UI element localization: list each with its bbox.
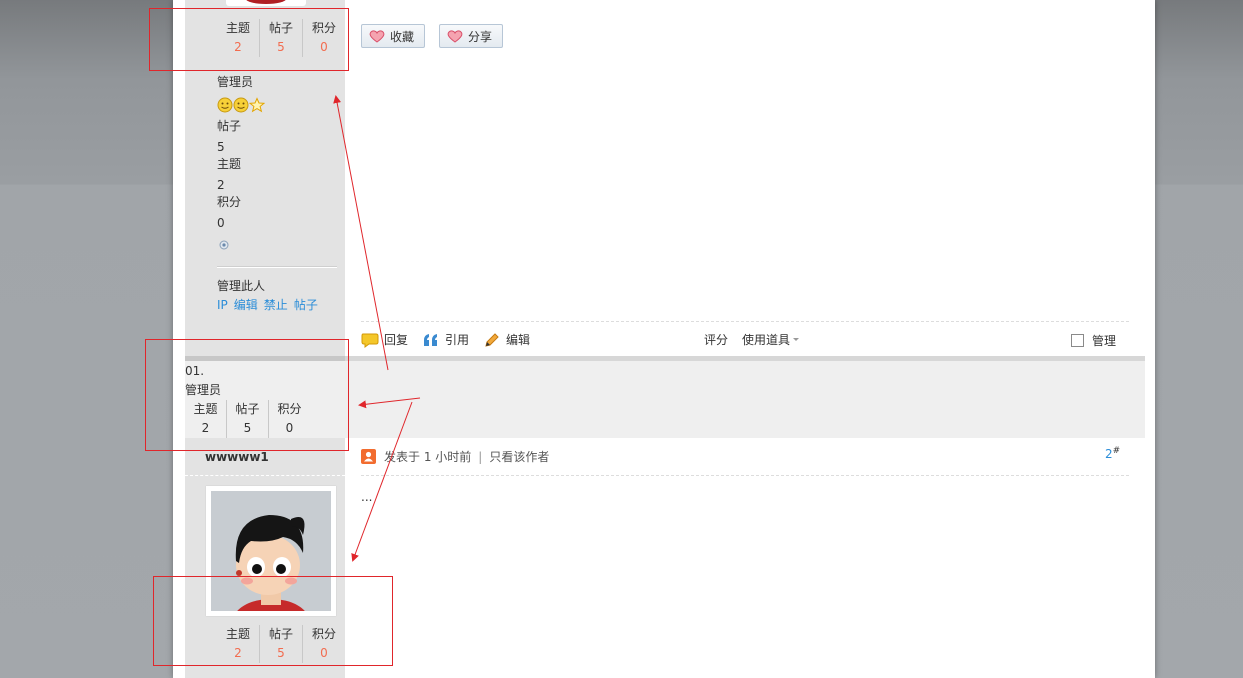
stat-label: 积分 xyxy=(277,402,302,416)
rate-button[interactable]: 评分 xyxy=(704,331,728,348)
hover-stats: 主题 2 帖子 5 积分 0 xyxy=(185,400,310,438)
header-separator: | xyxy=(478,449,483,464)
avatar-image xyxy=(211,491,331,611)
stat-value: 5 xyxy=(277,646,285,660)
stat-threads[interactable]: 主题 2 xyxy=(185,400,227,438)
post-actions: 回复 引用 编辑 xyxy=(361,331,544,348)
stat-credits[interactable]: 积分 0 xyxy=(303,19,345,57)
manage-checkbox-group: 管理 xyxy=(1071,332,1116,349)
sidebar-divider xyxy=(217,266,337,268)
author-stats: 主题 2 帖子 5 积分 0 xyxy=(217,625,345,663)
quote-button[interactable]: 引用 xyxy=(422,331,469,348)
stat-label: 帖子 xyxy=(268,21,293,35)
post-header: 发表于 1 小时前 | 只看该作者 xyxy=(361,448,549,465)
floor-number[interactable]: 2# xyxy=(1105,446,1120,461)
smiley-icon xyxy=(233,97,249,113)
stat-label: 主题 xyxy=(225,627,250,641)
manage-user-label: 管理此人 xyxy=(217,279,266,293)
post-time: 发表于 1 小时前 xyxy=(384,450,472,464)
avatar[interactable] xyxy=(226,0,306,6)
detail-credits-value: 0 xyxy=(217,216,225,230)
manage-links: IP 编辑 禁止 帖子 xyxy=(217,296,324,315)
edit-button[interactable]: 编辑 xyxy=(483,331,530,348)
stat-credits[interactable]: 积分 0 xyxy=(269,400,310,438)
heart-icon xyxy=(368,29,386,43)
sidebar-divider xyxy=(185,475,345,476)
stat-value: 2 xyxy=(234,40,242,54)
user-group[interactable]: 管理员 xyxy=(217,73,253,92)
use-item-dropdown[interactable]: 使用道具 xyxy=(742,331,805,348)
floor-value: 2 xyxy=(1105,447,1113,461)
star-icon xyxy=(249,97,265,113)
manage-ban-link[interactable]: 禁止 xyxy=(264,298,288,312)
detail-posts-label: 帖子 xyxy=(217,119,242,133)
hover-group: 管理员 xyxy=(185,383,222,397)
stat-threads[interactable]: 主题 2 xyxy=(217,19,260,57)
stat-threads[interactable]: 主题 2 xyxy=(217,625,260,663)
manage-label: 管理 xyxy=(1092,334,1117,348)
stat-label: 主题 xyxy=(193,402,218,416)
share-label: 分享 xyxy=(468,29,493,44)
forum-page: 主题 2 帖子 5 积分 0 管理员 帖子 5 主题 2 积分 0 管理此人 I… xyxy=(173,0,1155,678)
rank-icons xyxy=(217,97,265,113)
manage-edit-link[interactable]: 编辑 xyxy=(234,298,258,312)
stat-value: 2 xyxy=(201,421,210,435)
rate-label: 评分 xyxy=(704,333,729,347)
stat-credits[interactable]: 积分 0 xyxy=(303,625,345,663)
stat-value: 5 xyxy=(277,40,285,54)
stat-label: 帖子 xyxy=(235,402,260,416)
stat-label: 主题 xyxy=(225,21,250,35)
reply-label: 回复 xyxy=(384,333,409,347)
speech-bubble-icon xyxy=(361,333,379,348)
user-icon xyxy=(361,449,376,464)
stat-posts[interactable]: 帖子 5 xyxy=(260,625,303,663)
stat-value: 0 xyxy=(320,40,328,54)
manage-checkbox[interactable] xyxy=(1071,334,1084,347)
edit-label: 编辑 xyxy=(506,333,531,347)
stat-value: 0 xyxy=(320,646,328,660)
hover-info-band xyxy=(185,361,1145,438)
stat-value: 0 xyxy=(285,421,294,435)
author-stats: 主题 2 帖子 5 积分 0 xyxy=(217,19,345,57)
detail-credits-label: 积分 xyxy=(217,195,242,209)
manage-posts-link[interactable]: 帖子 xyxy=(294,298,318,312)
heart-icon xyxy=(446,29,464,43)
hover-index: 01. xyxy=(185,364,205,378)
stat-value: 2 xyxy=(234,646,242,660)
smiley-icon xyxy=(217,97,233,113)
reply-button[interactable]: 回复 xyxy=(361,331,408,348)
favorite-label: 收藏 xyxy=(390,29,415,44)
post1-author-sidebar: 主题 2 帖子 5 积分 0 管理员 帖子 5 主题 2 积分 0 管理此人 I… xyxy=(185,0,345,356)
stat-posts[interactable]: 帖子 5 xyxy=(227,400,269,438)
stat-posts[interactable]: 帖子 5 xyxy=(260,19,303,57)
rate-tools: 评分 使用道具 xyxy=(704,331,819,348)
use-item-label: 使用道具 xyxy=(742,333,791,347)
post-divider xyxy=(361,475,1129,476)
floor-mark: # xyxy=(1112,446,1121,456)
post-divider xyxy=(361,321,1129,322)
stat-label: 积分 xyxy=(311,21,336,35)
share-button[interactable]: 分享 xyxy=(439,24,504,48)
online-status-icon xyxy=(219,240,229,250)
author-username[interactable]: wwwww1 xyxy=(205,450,269,464)
author-only-link[interactable]: 只看该作者 xyxy=(489,448,549,465)
stat-value: 5 xyxy=(243,421,252,435)
post-content: ... xyxy=(361,490,373,504)
detail-threads-label: 主题 xyxy=(217,157,242,171)
avatar[interactable] xyxy=(206,486,336,616)
stat-label: 帖子 xyxy=(268,627,293,641)
quote-label: 引用 xyxy=(445,333,470,347)
chevron-down-icon xyxy=(793,337,800,341)
favorite-button[interactable]: 收藏 xyxy=(361,24,426,48)
quote-icon xyxy=(424,333,438,346)
stat-label: 积分 xyxy=(311,627,336,641)
pencil-icon xyxy=(485,332,499,347)
manage-ip-link[interactable]: IP xyxy=(217,298,228,312)
